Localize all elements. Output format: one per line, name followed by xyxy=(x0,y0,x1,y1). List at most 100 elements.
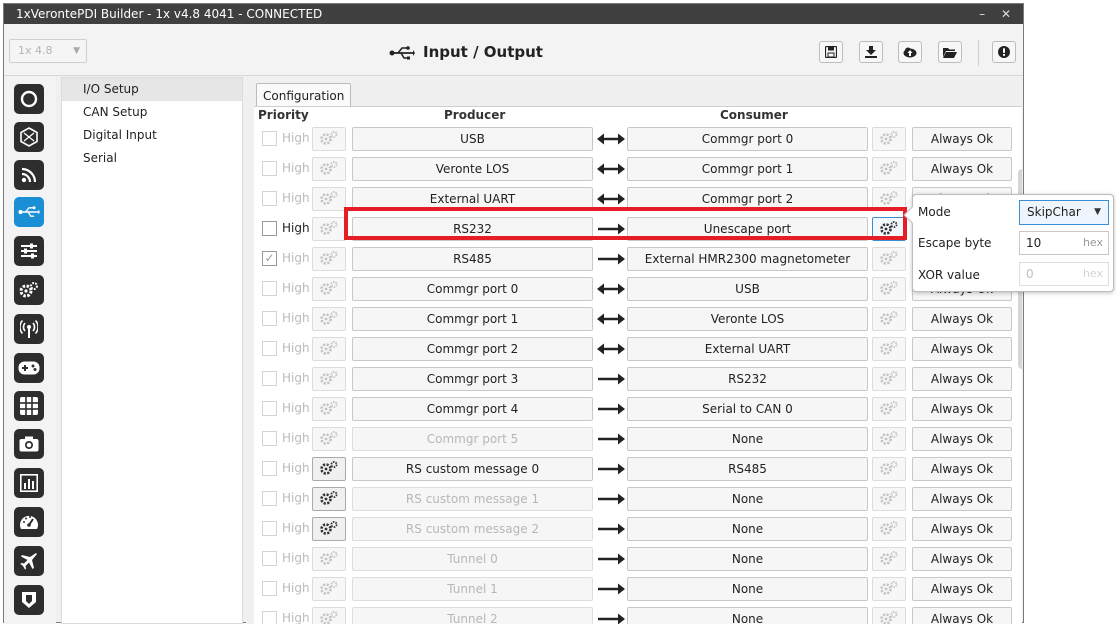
cloud-upload-button[interactable] xyxy=(898,41,922,63)
producer-button[interactable]: Commgr port 1 xyxy=(352,307,593,331)
consumer-button[interactable]: USB xyxy=(627,277,868,301)
status-button[interactable]: Always Ok xyxy=(912,577,1012,601)
producer-settings-button[interactable] xyxy=(312,577,346,601)
priority-checkbox[interactable] xyxy=(262,581,277,596)
producer-settings-button[interactable] xyxy=(312,217,346,241)
priority-checkbox[interactable] xyxy=(262,491,277,506)
submenu-item[interactable]: Digital Input xyxy=(62,124,242,147)
chart-icon[interactable] xyxy=(14,468,44,498)
producer-button[interactable]: Veronte LOS xyxy=(352,157,593,181)
power-icon[interactable] xyxy=(14,84,44,114)
grid-icon[interactable] xyxy=(14,391,44,421)
priority-checkbox[interactable] xyxy=(262,431,277,446)
shield-icon[interactable] xyxy=(14,585,44,615)
mode-select[interactable]: SkipChar ▼ xyxy=(1019,200,1109,225)
consumer-button[interactable]: None xyxy=(627,607,868,624)
consumer-settings-button[interactable] xyxy=(872,577,906,601)
producer-settings-button[interactable] xyxy=(312,247,346,271)
consumer-settings-button[interactable] xyxy=(872,457,906,481)
priority-checkbox[interactable] xyxy=(262,131,277,146)
consumer-button[interactable]: None xyxy=(627,547,868,571)
consumer-button[interactable]: Unescape port xyxy=(627,217,868,241)
consumer-settings-button[interactable] xyxy=(872,517,906,541)
consumer-settings-button[interactable] xyxy=(872,607,906,624)
tab-configuration[interactable]: Configuration xyxy=(256,83,352,107)
feed-icon[interactable] xyxy=(14,160,44,190)
consumer-settings-button[interactable] xyxy=(872,157,906,181)
submenu-item[interactable]: Serial xyxy=(62,147,242,170)
consumer-button[interactable]: Veronte LOS xyxy=(627,307,868,331)
antenna-icon[interactable] xyxy=(14,314,44,344)
hexagon-icon[interactable] xyxy=(14,122,44,152)
gears-icon[interactable] xyxy=(14,275,44,305)
status-button[interactable]: Always Ok xyxy=(912,307,1012,331)
consumer-settings-button[interactable] xyxy=(872,487,906,511)
producer-settings-button[interactable] xyxy=(312,367,346,391)
producer-button[interactable]: Commgr port 0 xyxy=(352,277,593,301)
producer-settings-button[interactable] xyxy=(312,307,346,331)
consumer-settings-button[interactable] xyxy=(872,337,906,361)
producer-settings-button[interactable] xyxy=(312,127,346,151)
producer-button[interactable]: Tunnel 0 xyxy=(352,547,593,571)
usb-icon[interactable] xyxy=(14,197,44,227)
consumer-button[interactable]: RS485 xyxy=(627,457,868,481)
plane-icon[interactable] xyxy=(14,546,44,576)
consumer-settings-button[interactable] xyxy=(872,427,906,451)
camera-icon[interactable] xyxy=(14,429,44,459)
producer-button[interactable]: Tunnel 1 xyxy=(352,577,593,601)
submenu-item[interactable]: CAN Setup xyxy=(62,101,242,124)
priority-checkbox[interactable] xyxy=(262,281,277,296)
status-button[interactable]: Always Ok xyxy=(912,547,1012,571)
producer-button[interactable]: Commgr port 2 xyxy=(352,337,593,361)
consumer-button[interactable]: External UART xyxy=(627,337,868,361)
producer-button[interactable]: RS232 xyxy=(352,217,593,241)
priority-checkbox[interactable] xyxy=(262,521,277,536)
gauge-icon[interactable] xyxy=(14,507,44,537)
priority-checkbox[interactable] xyxy=(262,611,277,624)
producer-button[interactable]: Commgr port 5 xyxy=(352,427,593,451)
consumer-settings-button[interactable] xyxy=(872,187,906,211)
status-button[interactable]: Always Ok xyxy=(912,457,1012,481)
escape-byte-input[interactable]: 10 hex xyxy=(1019,231,1109,255)
info-button[interactable] xyxy=(992,41,1016,63)
status-button[interactable]: Always Ok xyxy=(912,127,1012,151)
priority-checkbox[interactable]: ✓ xyxy=(262,251,277,266)
producer-button[interactable]: RS485 xyxy=(352,247,593,271)
consumer-button[interactable]: Commgr port 1 xyxy=(627,157,868,181)
version-select[interactable]: 1x 4.8 ▼ xyxy=(9,39,87,63)
producer-settings-button[interactable] xyxy=(312,337,346,361)
consumer-button[interactable]: None xyxy=(627,427,868,451)
consumer-button[interactable]: Commgr port 2 xyxy=(627,187,868,211)
consumer-settings-button[interactable] xyxy=(872,367,906,391)
priority-checkbox[interactable] xyxy=(262,551,277,566)
priority-checkbox[interactable] xyxy=(262,191,277,206)
consumer-button[interactable]: None xyxy=(627,487,868,511)
producer-settings-button[interactable] xyxy=(312,547,346,571)
download-button[interactable] xyxy=(859,41,883,63)
priority-checkbox[interactable] xyxy=(262,461,277,476)
consumer-settings-button[interactable] xyxy=(872,217,906,241)
producer-settings-button[interactable] xyxy=(312,187,346,211)
submenu-item[interactable]: I/O Setup xyxy=(62,78,242,101)
open-folder-button[interactable] xyxy=(938,41,962,63)
gamepad-icon[interactable] xyxy=(14,353,44,383)
status-button[interactable]: Always Ok xyxy=(912,427,1012,451)
priority-checkbox[interactable] xyxy=(262,311,277,326)
status-button[interactable]: Always Ok xyxy=(912,607,1012,624)
save-button[interactable] xyxy=(819,41,843,63)
producer-settings-button[interactable] xyxy=(312,427,346,451)
consumer-button[interactable]: Serial to CAN 0 xyxy=(627,397,868,421)
status-button[interactable]: Always Ok xyxy=(912,517,1012,541)
sliders-icon[interactable] xyxy=(14,236,44,266)
consumer-button[interactable]: None xyxy=(627,517,868,541)
status-button[interactable]: Always Ok xyxy=(912,157,1012,181)
consumer-settings-button[interactable] xyxy=(872,397,906,421)
priority-checkbox[interactable] xyxy=(262,161,277,176)
priority-checkbox[interactable] xyxy=(262,401,277,416)
consumer-button[interactable]: None xyxy=(627,577,868,601)
producer-settings-button[interactable] xyxy=(312,277,346,301)
producer-button[interactable]: RS custom message 1 xyxy=(352,487,593,511)
status-button[interactable]: Always Ok xyxy=(912,367,1012,391)
producer-button[interactable]: USB xyxy=(352,127,593,151)
status-button[interactable]: Always Ok xyxy=(912,337,1012,361)
